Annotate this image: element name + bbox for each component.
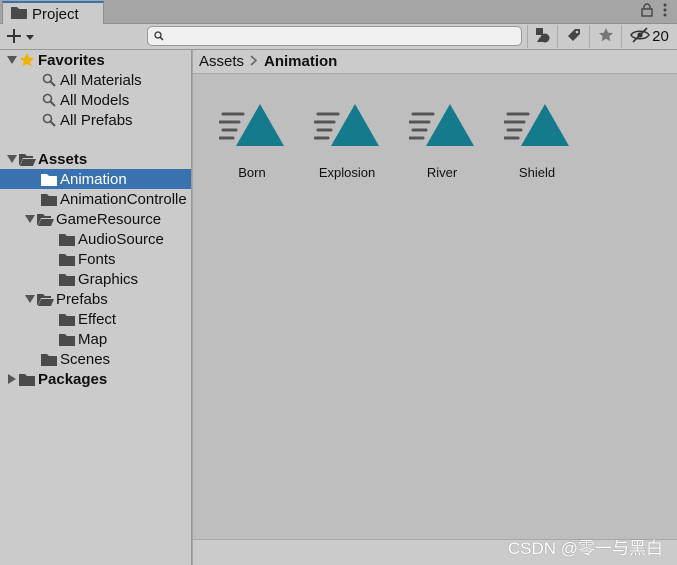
breadcrumb-assets[interactable]: Assets <box>199 53 244 70</box>
eye-slash-icon <box>630 27 651 46</box>
folder-icon <box>11 6 27 22</box>
folder-icon <box>58 311 76 327</box>
plus-icon <box>6 28 22 47</box>
folder-icon <box>40 171 58 187</box>
search-field[interactable] <box>147 26 522 46</box>
toolbar: 20 <box>0 24 677 50</box>
expand-arrow-icon[interactable] <box>6 54 18 66</box>
tree-item-prefabs[interactable]: Prefabs <box>0 289 191 309</box>
tree-item-graphics[interactable]: Graphics <box>0 269 191 289</box>
folder-open-icon <box>36 291 54 307</box>
folder-icon <box>40 351 58 367</box>
asset-explosion[interactable]: Explosion <box>302 100 392 190</box>
asset-label: River <box>426 165 458 180</box>
search-by-type-button[interactable] <box>527 25 557 48</box>
animation-clip-icon <box>503 100 570 153</box>
add-button[interactable] <box>6 26 42 48</box>
search-icon <box>40 72 58 88</box>
tree-item-packages[interactable]: Packages <box>0 369 191 389</box>
asset-browser: Assets Animation Born Explosion River Sh… <box>193 50 677 565</box>
expand-arrow-icon[interactable] <box>6 373 18 385</box>
tree-item-game-resource[interactable]: GameResource <box>0 209 191 229</box>
chevron-down-icon <box>25 29 35 45</box>
tree-item-label: Graphics <box>78 270 139 288</box>
tab-label: Project <box>32 5 79 23</box>
tab-bar: Project <box>0 0 677 25</box>
tree-item-all-materials[interactable]: All Materials <box>0 70 191 90</box>
asset-shield[interactable]: Shield <box>492 100 582 190</box>
watermark-text: CSDN @零一与黑白 <box>507 539 663 558</box>
tree-item-map[interactable]: Map <box>0 329 191 349</box>
breadcrumb: Assets Animation <box>193 50 677 74</box>
chevron-right-icon <box>250 53 258 70</box>
star-icon <box>18 52 36 68</box>
favorites-filter-button[interactable] <box>589 25 621 48</box>
tag-icon <box>566 27 582 46</box>
tree-item-label: All Prefabs <box>60 111 133 129</box>
more-options-icon[interactable] <box>663 3 667 20</box>
tree-item-label: GameResource <box>56 210 162 228</box>
tree-item-label: All Materials <box>60 71 142 89</box>
asset-label: Shield <box>518 165 556 180</box>
search-by-label-button[interactable] <box>557 25 589 48</box>
star-icon <box>598 27 614 46</box>
folder-icon <box>58 251 76 267</box>
search-icon <box>40 92 58 108</box>
tree-item-assets[interactable]: Assets <box>0 149 191 169</box>
expand-arrow-icon[interactable] <box>24 213 36 225</box>
expand-arrow-icon[interactable] <box>6 153 18 165</box>
search-icon <box>40 112 58 128</box>
tree-item-favorites[interactable]: Favorites <box>0 50 191 70</box>
lock-icon[interactable] <box>641 3 653 20</box>
folder-icon <box>58 231 76 247</box>
search-input[interactable] <box>168 28 521 44</box>
folder-open-icon <box>18 151 36 167</box>
breadcrumb-current: Animation <box>264 53 338 70</box>
search-icon <box>154 28 164 44</box>
tree-item-label: Effect <box>78 310 117 328</box>
folder-icon <box>18 371 36 387</box>
expand-arrow-icon[interactable] <box>24 293 36 305</box>
tree-item-scenes[interactable]: Scenes <box>0 349 191 369</box>
tree-item-fonts[interactable]: Fonts <box>0 249 191 269</box>
asset-label: Explosion <box>318 165 376 180</box>
hidden-packages-toggle[interactable]: 20 <box>621 25 677 48</box>
shapes-icon <box>534 26 552 47</box>
animation-clip-icon <box>218 100 285 153</box>
tree-item-label: Prefabs <box>56 290 108 308</box>
tree-item-all-models[interactable]: All Models <box>0 90 191 110</box>
asset-born[interactable]: Born <box>207 100 297 190</box>
asset-river[interactable]: River <box>397 100 487 190</box>
tree-item-animation-controllers[interactable]: AnimationControlle <box>0 189 191 209</box>
animation-clip-icon <box>313 100 380 153</box>
tree-item-audio-source[interactable]: AudioSource <box>0 229 191 249</box>
folder-open-icon <box>36 211 54 227</box>
tree-item-label: AudioSource <box>78 230 164 248</box>
tree-item-label: Fonts <box>78 250 116 268</box>
tree-item-label: Packages <box>38 370 108 388</box>
tree-item-label: Map <box>78 330 108 348</box>
folder-icon <box>40 191 58 207</box>
folder-tree: Favorites All Materials All Models All P… <box>0 50 192 565</box>
animation-clip-icon <box>408 100 475 153</box>
tree-item-label: AnimationControlle <box>60 190 187 208</box>
tree-item-label: Assets <box>38 150 88 168</box>
tree-item-label: Scenes <box>60 350 111 368</box>
tree-item-label: Animation <box>60 170 127 188</box>
folder-icon <box>58 331 76 347</box>
asset-label: Born <box>238 165 266 180</box>
tree-item-effect[interactable]: Effect <box>0 309 191 329</box>
tree-item-animation[interactable]: Animation <box>0 169 191 189</box>
hidden-count: 20 <box>652 28 669 45</box>
tab-project[interactable]: Project <box>2 1 104 25</box>
tree-item-label: Favorites <box>38 51 105 69</box>
tree-item-all-prefabs[interactable]: All Prefabs <box>0 110 191 130</box>
folder-icon <box>58 271 76 287</box>
tree-item-label: All Models <box>60 91 130 109</box>
